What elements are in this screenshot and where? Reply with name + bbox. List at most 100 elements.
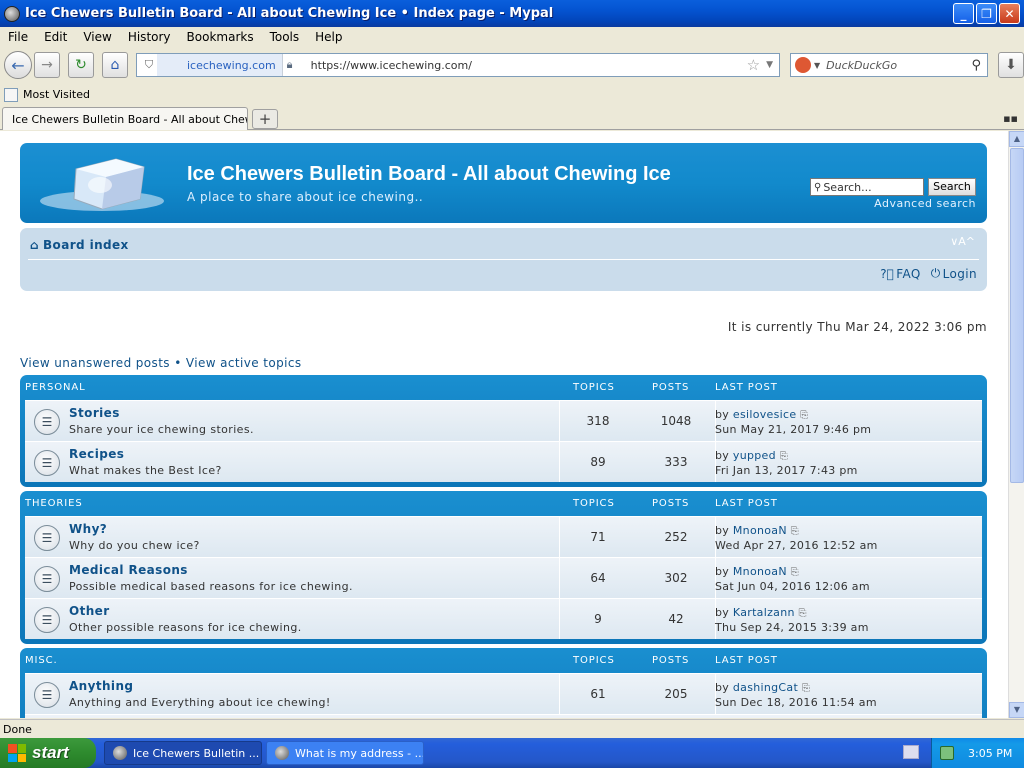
taskbar-item-label: What is my address - ... bbox=[295, 746, 424, 760]
back-icon[interactable]: ← bbox=[4, 51, 32, 79]
scroll-down-icon[interactable]: ▼ bbox=[1009, 702, 1024, 718]
minimize-icon[interactable]: _ bbox=[953, 3, 974, 24]
close-icon[interactable]: ✕ bbox=[999, 3, 1020, 24]
breadcrumb[interactable]: ⌂ Board index bbox=[30, 238, 129, 252]
start-button[interactable]: start bbox=[0, 738, 96, 768]
font-resize-icon[interactable]: ∨A^ bbox=[950, 235, 975, 248]
title-bar: Ice Chewers Bulletin Board - All about C… bbox=[0, 0, 1024, 27]
last-post-date: Sun Dec 18, 2016 11:54 am bbox=[715, 696, 877, 709]
forum-title[interactable]: Stories bbox=[69, 406, 120, 420]
view-latest-post-icon[interactable]: ⎘ bbox=[780, 451, 788, 462]
forum-row: ☰ Other Other possible reasons for ice c… bbox=[25, 598, 982, 639]
view-latest-post-icon[interactable]: ⎘ bbox=[791, 567, 799, 578]
forum-read-icon: ☰ bbox=[34, 450, 60, 476]
menu-history[interactable]: History bbox=[120, 30, 179, 44]
duckduckgo-icon[interactable] bbox=[795, 57, 811, 73]
star-icon[interactable]: ☆ bbox=[747, 56, 760, 74]
new-tab-icon[interactable]: + bbox=[252, 109, 278, 129]
forward-icon[interactable]: → bbox=[34, 52, 60, 78]
category-header: THEORIES TOPICS POSTS LAST POST bbox=[25, 491, 982, 516]
search-icon[interactable]: ⚲ bbox=[971, 58, 981, 73]
topic-count: 9 bbox=[594, 612, 602, 626]
active-topics-link[interactable]: View active topics bbox=[186, 356, 302, 370]
forum-title[interactable]: Medical Reasons bbox=[69, 563, 188, 577]
scroll-thumb[interactable] bbox=[1010, 148, 1024, 483]
unanswered-posts-link[interactable]: View unanswered posts bbox=[20, 356, 170, 370]
login-link[interactable]: Login bbox=[943, 267, 977, 281]
forum-read-icon: ☰ bbox=[34, 409, 60, 435]
menu-tools[interactable]: Tools bbox=[262, 30, 308, 44]
forum-read-icon: ☰ bbox=[34, 682, 60, 708]
search-placeholder[interactable]: DuckDuckGo bbox=[826, 59, 971, 72]
menu-edit[interactable]: Edit bbox=[36, 30, 75, 44]
forum-title[interactable]: Anything bbox=[69, 679, 133, 693]
ice-cube-logo[interactable] bbox=[36, 155, 168, 213]
bookmark-most-visited[interactable]: Most Visited bbox=[23, 88, 90, 101]
home-icon: ⌂ bbox=[30, 238, 39, 252]
tab-list-icon[interactable]: ▪▪ bbox=[1003, 112, 1018, 125]
category-title[interactable]: THEORIES bbox=[25, 498, 83, 509]
url-bar[interactable]: ⛉ icechewing.com 🔒︎ https://www.icechewi… bbox=[136, 53, 780, 77]
author-link[interactable]: Kartalzann bbox=[733, 606, 795, 619]
author-link[interactable]: yupped bbox=[733, 449, 776, 462]
forum-description: Possible medical based reasons for ice c… bbox=[69, 580, 353, 593]
home-icon[interactable]: ⌂ bbox=[102, 52, 128, 78]
bookmarks-toolbar: Most Visited bbox=[0, 85, 1024, 104]
category-header: PERSONAL TOPICS POSTS LAST POST bbox=[25, 375, 982, 400]
lock-icon[interactable]: 🔒︎ bbox=[287, 58, 301, 72]
author-link[interactable]: esilovesice bbox=[733, 408, 797, 421]
author-link[interactable]: MnonoaN bbox=[733, 524, 787, 537]
advanced-search-link[interactable]: Advanced search bbox=[874, 197, 976, 210]
site-title[interactable]: Ice Chewers Bulletin Board - All about C… bbox=[187, 163, 671, 186]
forum-search-button[interactable]: Search bbox=[928, 178, 976, 196]
chevron-down-icon[interactable]: ▼ bbox=[766, 60, 773, 70]
keyboard-icon[interactable] bbox=[903, 745, 919, 759]
forum-search-input[interactable]: ⚲ Search... bbox=[810, 178, 924, 196]
taskbar-item-ice-chewers[interactable]: Ice Chewers Bulletin ... bbox=[104, 741, 262, 765]
view-latest-post-icon[interactable]: ⎘ bbox=[802, 683, 810, 694]
download-icon[interactable]: ⬇ bbox=[998, 52, 1024, 78]
by-label: by bbox=[715, 524, 730, 537]
tab-ice-chewers[interactable]: Ice Chewers Bulletin Board - All about C… bbox=[2, 107, 248, 130]
view-latest-post-icon[interactable]: ⎘ bbox=[799, 608, 807, 619]
post-count: 302 bbox=[664, 571, 688, 585]
view-latest-post-icon[interactable]: ⎘ bbox=[800, 410, 808, 421]
author-link[interactable]: dashingCat bbox=[733, 681, 798, 694]
category-theories: THEORIES TOPICS POSTS LAST POST ☰ Why? W… bbox=[20, 491, 987, 644]
board-index-link[interactable]: Board index bbox=[43, 238, 129, 252]
site-identity[interactable]: icechewing.com bbox=[157, 54, 283, 76]
author-link[interactable]: MnonoaN bbox=[733, 565, 787, 578]
scroll-up-icon[interactable]: ▲ bbox=[1009, 131, 1024, 147]
caret-down-icon[interactable]: ▼ bbox=[814, 61, 820, 70]
topic-count: 318 bbox=[586, 414, 610, 428]
url-text[interactable]: https://www.icechewing.com/ bbox=[307, 59, 747, 72]
category-misc: MISC. TOPICS POSTS LAST POST ☰ Anything … bbox=[20, 648, 987, 718]
network-icon[interactable] bbox=[940, 746, 954, 760]
col-topics: TOPICS bbox=[573, 498, 615, 509]
by-label: by bbox=[715, 681, 730, 694]
maximize-icon[interactable]: ❐ bbox=[976, 3, 997, 24]
folder-icon bbox=[4, 87, 18, 102]
menu-file[interactable]: File bbox=[0, 30, 36, 44]
category-title[interactable]: PERSONAL bbox=[25, 382, 86, 393]
last-post-author: by MnonoaN ⎘ bbox=[715, 524, 799, 537]
tab-label: Ice Chewers Bulletin Board - All about C… bbox=[12, 112, 248, 126]
page-scrollbar[interactable]: ▲ ▼ bbox=[1008, 131, 1024, 718]
col-last-post: LAST POST bbox=[715, 655, 778, 666]
topic-count: 64 bbox=[590, 571, 606, 585]
faq-link[interactable]: FAQ bbox=[896, 267, 920, 281]
menu-help[interactable]: Help bbox=[307, 30, 350, 44]
menu-bookmarks[interactable]: Bookmarks bbox=[179, 30, 262, 44]
forum-title[interactable]: Other bbox=[69, 604, 110, 618]
forum-title[interactable]: Why? bbox=[69, 522, 107, 536]
search-bar[interactable]: ▼ DuckDuckGo ⚲ bbox=[790, 53, 988, 77]
taskbar-item-my-address[interactable]: What is my address - ... bbox=[266, 741, 424, 765]
reload-icon[interactable]: ↻ bbox=[68, 52, 94, 78]
category-title[interactable]: MISC. bbox=[25, 655, 58, 666]
post-count: 252 bbox=[664, 530, 688, 544]
window-title: Ice Chewers Bulletin Board - All about C… bbox=[25, 6, 554, 21]
forum-description: Anything and Everything about ice chewin… bbox=[69, 696, 331, 709]
view-latest-post-icon[interactable]: ⎘ bbox=[791, 526, 799, 537]
menu-view[interactable]: View bbox=[75, 30, 119, 44]
forum-title[interactable]: Recipes bbox=[69, 447, 124, 461]
